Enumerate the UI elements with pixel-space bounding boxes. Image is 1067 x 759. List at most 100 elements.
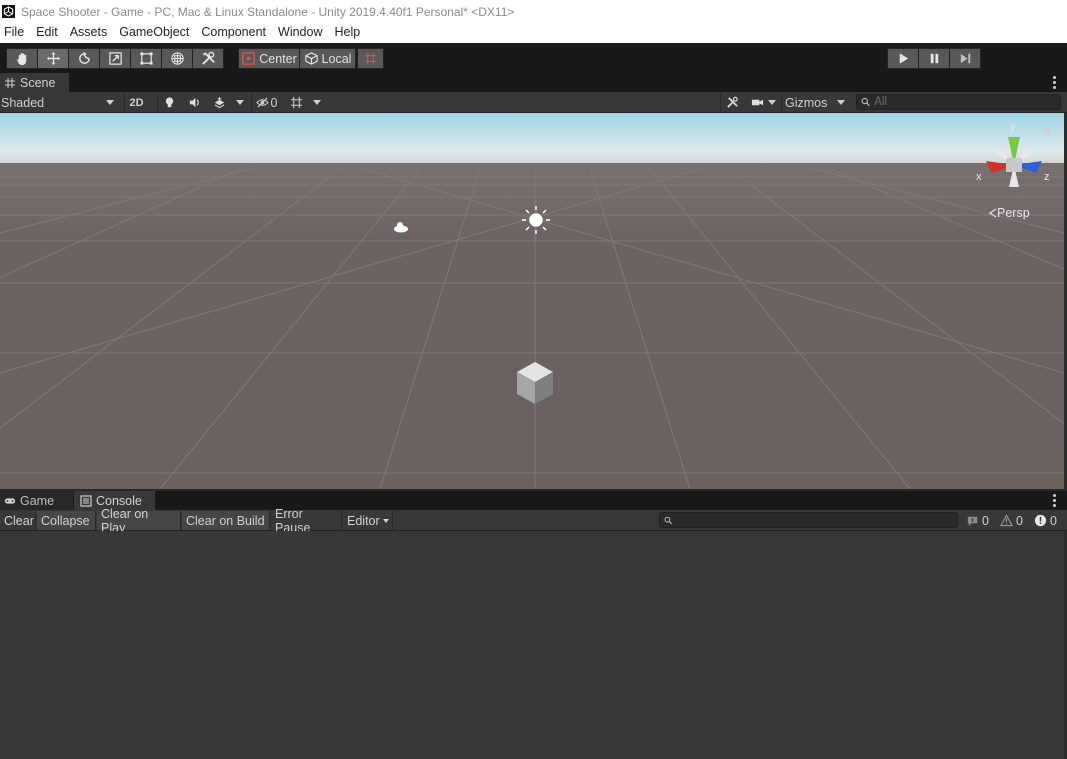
menu-help[interactable]: Help xyxy=(328,23,366,43)
hand-tool-button[interactable] xyxy=(6,48,38,69)
menu-gameobject[interactable]: GameObject xyxy=(113,23,195,43)
play-button[interactable] xyxy=(887,48,919,69)
tab-game-label: Game xyxy=(20,493,55,508)
editor-label: Editor xyxy=(347,513,380,528)
error-icon xyxy=(1034,514,1047,527)
console-search-input[interactable] xyxy=(676,514,957,526)
rect-tool-button[interactable] xyxy=(130,48,162,69)
menu-bar: File Edit Assets GameObject Component Wi… xyxy=(0,23,1067,43)
pivot-center-icon xyxy=(242,52,256,65)
editor-dropdown[interactable]: Editor xyxy=(343,511,393,530)
hidden-objects-toggle[interactable]: 0 xyxy=(251,93,281,112)
transform-icon xyxy=(170,52,184,65)
console-log-area[interactable] xyxy=(0,531,1067,759)
error-count-toggle[interactable]: 0 xyxy=(1034,511,1057,530)
clear-on-play-toggle[interactable]: Clear on Play xyxy=(97,507,181,535)
projection-toggle[interactable]: Persp xyxy=(988,206,1030,220)
transform-tools xyxy=(6,48,224,69)
info-icon xyxy=(967,516,978,527)
console-search[interactable] xyxy=(659,512,958,528)
custom-tool-button[interactable] xyxy=(192,48,224,69)
camera-settings-dropdown[interactable] xyxy=(746,93,780,112)
cube-icon xyxy=(304,52,318,65)
collapse-label: Collapse xyxy=(41,513,90,528)
transform-tool-button[interactable] xyxy=(161,48,193,69)
shading-mode-dropdown[interactable]: Shaded xyxy=(0,93,118,112)
chevron-down-icon xyxy=(837,100,845,105)
tab-scene-label: Scene xyxy=(20,75,56,90)
collapse-toggle[interactable]: Collapse xyxy=(37,511,96,530)
title-bar: Space Shooter - Game - PC, Mac & Linux S… xyxy=(0,0,1067,23)
scene-search-input[interactable] xyxy=(874,96,1060,108)
effects-toggle[interactable] xyxy=(207,93,231,112)
menu-window[interactable]: Window xyxy=(272,23,328,43)
menu-edit[interactable]: Edit xyxy=(30,23,64,43)
tools-icon xyxy=(201,51,215,65)
camera-icon xyxy=(751,99,763,106)
move-tool-button[interactable] xyxy=(37,48,69,69)
eye-slash-icon xyxy=(255,97,269,108)
scene-toolbar: Shaded 2D 0 Gizmos xyxy=(0,92,1067,113)
effects-icon xyxy=(214,96,224,109)
rotate-tool-button[interactable] xyxy=(68,48,100,69)
chevron-down-icon xyxy=(382,518,389,523)
pivot-local-button[interactable]: Local xyxy=(299,48,356,69)
gizmos-dropdown[interactable]: Gizmos xyxy=(781,93,849,112)
lightbulb-icon xyxy=(165,97,174,108)
pivot-center-label: Center xyxy=(259,51,297,66)
pivot-center-button[interactable]: Center xyxy=(238,48,300,69)
scene-viewport[interactable]: y x z Persp xyxy=(0,113,1064,489)
move-icon xyxy=(46,51,60,66)
step-button[interactable] xyxy=(949,48,981,69)
menu-file[interactable]: File xyxy=(0,23,30,43)
scene-tab-header: Scene xyxy=(0,73,1067,92)
tab-scene[interactable]: Scene xyxy=(0,73,69,92)
search-icon xyxy=(664,516,673,524)
chevron-down-icon xyxy=(767,100,776,105)
warning-count: 0 xyxy=(1016,513,1023,528)
search-icon xyxy=(861,97,870,107)
scale-tool-button[interactable] xyxy=(99,48,131,69)
gizmos-label: Gizmos xyxy=(785,95,828,110)
gizmo-y-label: y xyxy=(1010,121,1016,133)
pause-button[interactable] xyxy=(918,48,950,69)
gamepad-icon xyxy=(4,497,16,504)
info-count-toggle[interactable]: 0 xyxy=(966,511,989,530)
pause-icon xyxy=(930,53,938,64)
scene-panel-menu-icon[interactable] xyxy=(1053,76,1057,89)
console-panel-menu-icon[interactable] xyxy=(1053,494,1057,507)
play-icon xyxy=(899,53,908,64)
warning-count-toggle[interactable]: 0 xyxy=(1000,511,1023,530)
grid-visibility-toggle[interactable] xyxy=(284,93,308,112)
grid-snap-button[interactable] xyxy=(357,48,384,69)
toggle-2d-label: 2D xyxy=(129,96,144,109)
pivot-tools: Center Local xyxy=(238,48,384,69)
playmode-controls xyxy=(887,48,981,69)
speaker-icon xyxy=(189,97,199,108)
chevron-down-icon xyxy=(313,100,321,105)
clear-button[interactable]: Clear xyxy=(0,511,36,530)
grid-dropdown[interactable] xyxy=(309,93,325,112)
clear-label: Clear xyxy=(4,513,34,528)
menu-component[interactable]: Component xyxy=(195,23,272,43)
tab-game[interactable]: Game xyxy=(0,491,73,510)
scene-tools-button[interactable] xyxy=(720,93,744,112)
error-pause-toggle[interactable]: Error Pause xyxy=(271,507,342,535)
audio-toggle[interactable] xyxy=(182,93,206,112)
grid-snap-icon xyxy=(364,52,377,65)
menu-assets[interactable]: Assets xyxy=(64,23,114,43)
tools-icon xyxy=(727,96,738,108)
scale-icon xyxy=(108,52,122,65)
tab-console-label: Console xyxy=(96,493,142,508)
effects-dropdown[interactable] xyxy=(232,93,248,112)
hidden-objects-count: 0 xyxy=(270,95,278,110)
clear-on-build-toggle[interactable]: Clear on Build xyxy=(182,511,270,530)
toggle-2d-button[interactable]: 2D xyxy=(124,93,148,112)
lighting-toggle[interactable] xyxy=(157,93,181,112)
unity-logo-icon xyxy=(2,5,15,18)
pivot-local-label: Local xyxy=(321,51,352,66)
scene-search[interactable] xyxy=(856,94,1061,110)
rotate-icon xyxy=(78,51,90,64)
chevron-left-icon xyxy=(988,208,997,218)
window-title: Space Shooter - Game - PC, Mac & Linux S… xyxy=(21,4,515,19)
